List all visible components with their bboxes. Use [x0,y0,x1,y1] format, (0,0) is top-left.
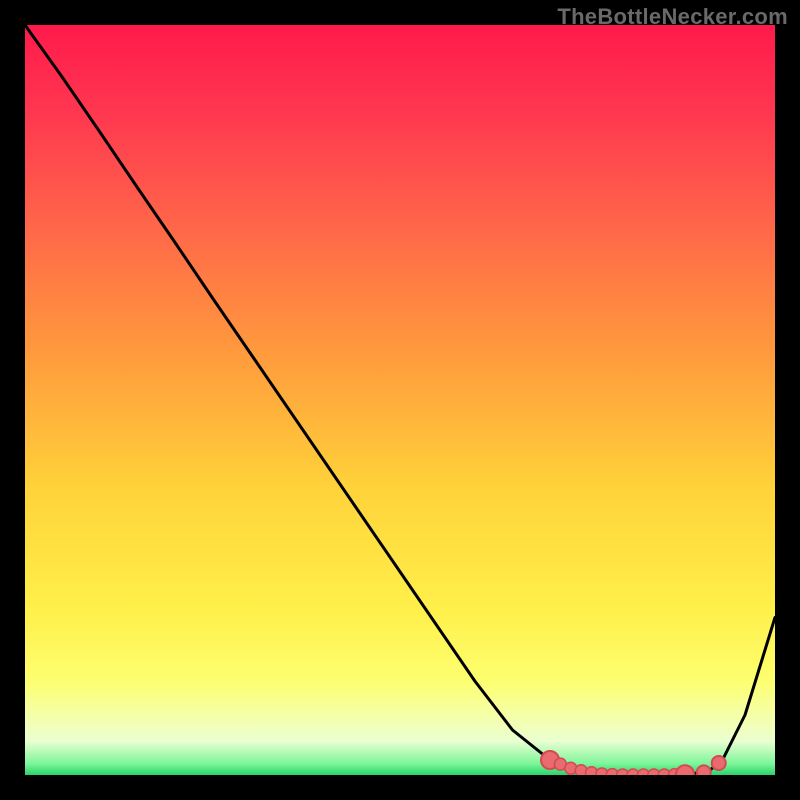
curve-layer [25,25,775,775]
highlight-dot [676,765,694,775]
chart-frame: TheBottleNecker.com [0,0,800,800]
bottleneck-curve [25,25,775,775]
plot-area [25,25,775,775]
highlight-dot [697,765,711,775]
highlight-dot [712,756,726,770]
watermark-text: TheBottleNecker.com [557,4,788,30]
